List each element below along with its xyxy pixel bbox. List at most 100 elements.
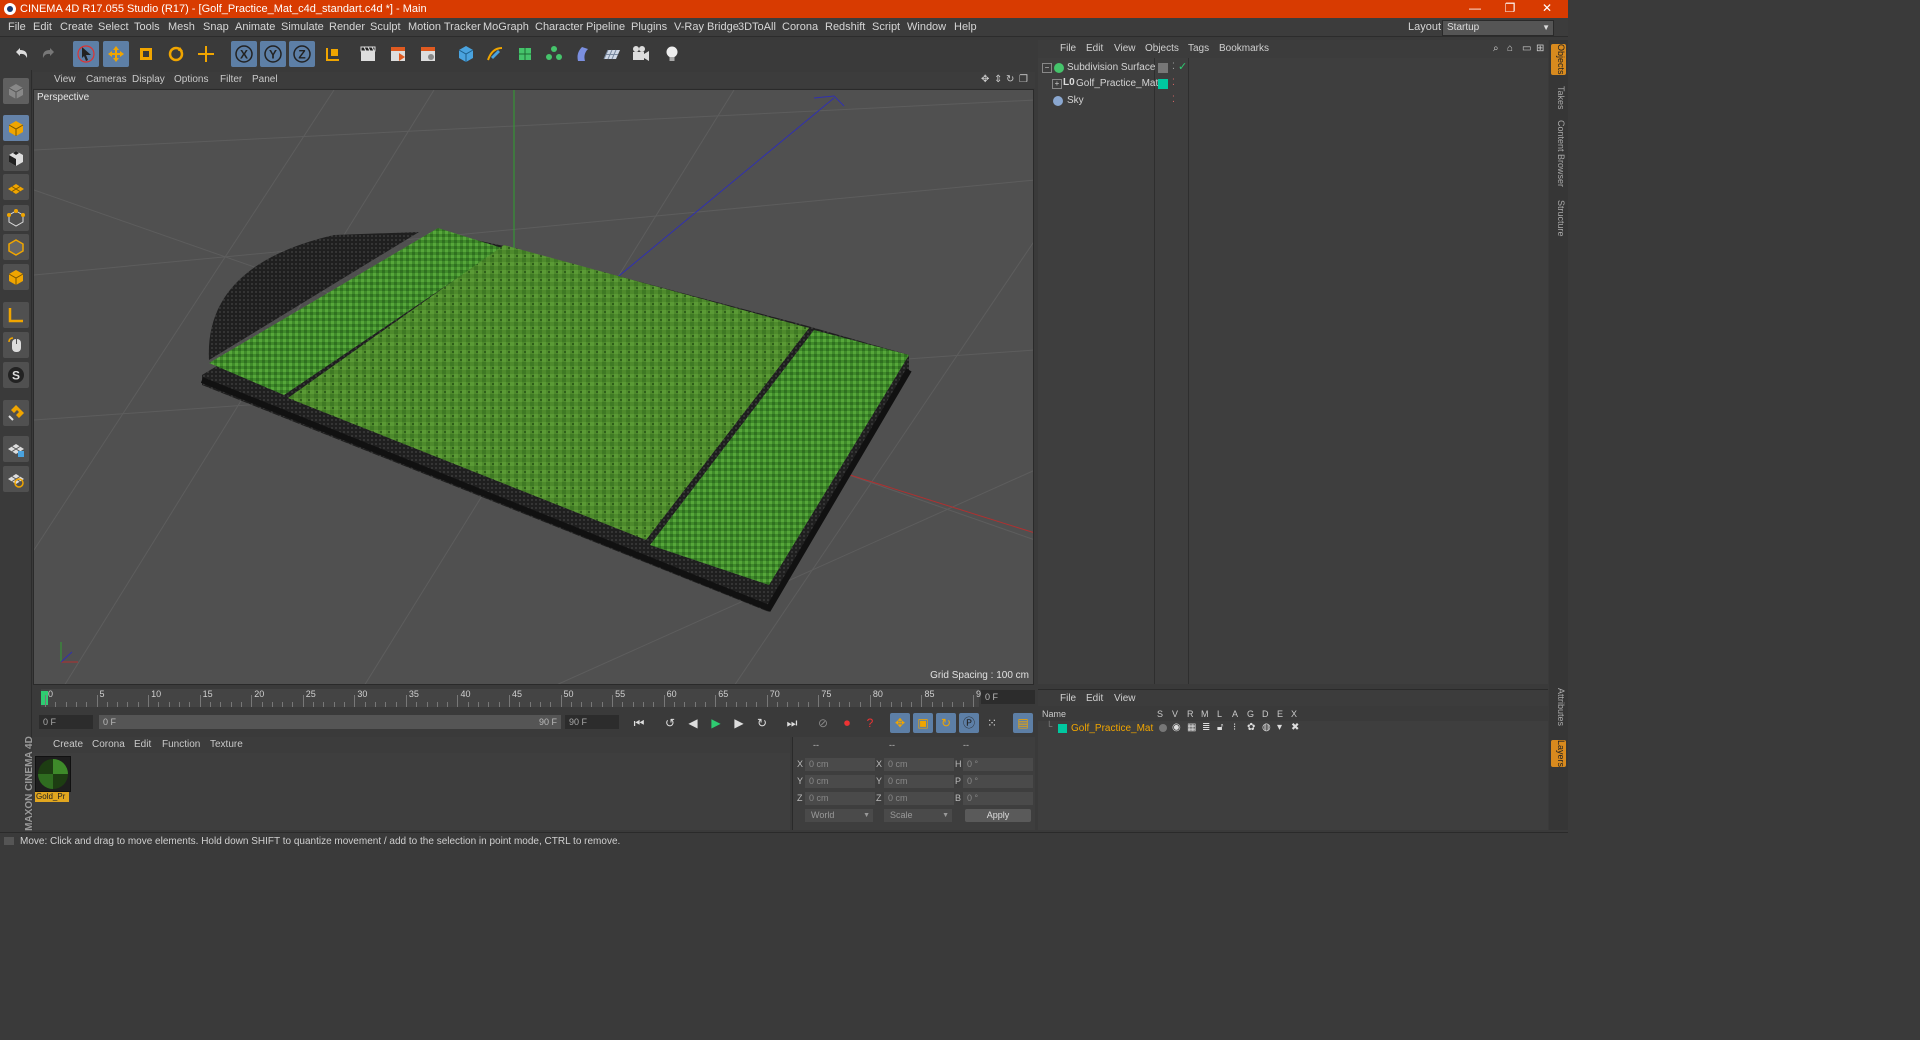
model-mode-button[interactable] bbox=[3, 115, 29, 141]
key-pla-button[interactable]: ⁙ bbox=[982, 713, 1002, 733]
goto-prev-key-button[interactable]: ↺ bbox=[660, 713, 680, 733]
menu-redshift[interactable]: Redshift bbox=[825, 21, 865, 33]
viewport-pan-icon[interactable]: ✥ bbox=[981, 74, 989, 85]
expression-icon[interactable]: ▾ bbox=[1277, 722, 1282, 733]
tab-layers[interactable]: Layers bbox=[1551, 740, 1566, 768]
minimize-button[interactable]: — bbox=[1458, 0, 1492, 18]
viewport-menu-cameras[interactable]: Cameras bbox=[86, 74, 127, 85]
viewport-menu-options[interactable]: Options bbox=[174, 74, 208, 85]
eye-icon[interactable]: ◉ bbox=[1172, 722, 1181, 733]
material-menu-edit[interactable]: Edit bbox=[134, 739, 151, 750]
solo-toggle-icon[interactable] bbox=[1159, 724, 1167, 732]
tab-objects[interactable]: Objects bbox=[1551, 44, 1566, 75]
tab-attributes[interactable]: Attributes bbox=[1551, 688, 1566, 726]
animation-icon[interactable]: ⁝ bbox=[1233, 722, 1236, 733]
start-frame-field[interactable]: 0 F bbox=[39, 715, 93, 729]
key-parameter-button[interactable]: Ⓟ bbox=[959, 713, 979, 733]
home-icon[interactable]: ⌂ bbox=[1507, 43, 1513, 54]
array-button[interactable] bbox=[541, 41, 567, 67]
search-icon[interactable]: ⌕ bbox=[1493, 43, 1499, 54]
manager-icon[interactable]: ≣ bbox=[1202, 722, 1210, 733]
step-forward-button[interactable]: ▶ bbox=[729, 713, 749, 733]
current-frame-field[interactable]: 0 F bbox=[981, 690, 1035, 704]
object-row[interactable]: − Subdivision Surface ⁚ ✓ bbox=[1038, 60, 1548, 76]
auto-keying-button[interactable]: ⏺ bbox=[837, 713, 857, 733]
snap-button[interactable] bbox=[3, 400, 29, 426]
menu-create[interactable]: Create bbox=[60, 21, 93, 33]
goto-start-button[interactable]: ⏮ bbox=[629, 713, 649, 733]
workplane-mode-button[interactable] bbox=[3, 174, 29, 200]
menu-mesh[interactable]: Mesh bbox=[168, 21, 195, 33]
checkmark-icon[interactable]: ✓ bbox=[1178, 60, 1187, 73]
solo-mode-button[interactable]: S bbox=[3, 362, 29, 388]
coords-size-z-field[interactable]: 0 cm bbox=[884, 792, 954, 805]
layer-menu-edit[interactable]: Edit bbox=[1086, 693, 1103, 704]
z-axis-button[interactable]: Z bbox=[289, 41, 315, 67]
spline-pen-button[interactable] bbox=[482, 41, 508, 67]
deformer-icon[interactable]: ◍ bbox=[1262, 722, 1271, 733]
undo-button[interactable] bbox=[8, 41, 34, 67]
play-button[interactable]: ▶ bbox=[706, 713, 726, 733]
viewport-perspective[interactable]: Perspective Grid Spacing : 100 cm bbox=[33, 89, 1034, 685]
menu-vray-bridge[interactable]: V-Ray Bridge bbox=[674, 21, 739, 33]
texture-mode-button[interactable] bbox=[3, 145, 29, 171]
viewport-rotate-icon[interactable]: ↻ bbox=[1006, 74, 1014, 85]
material-name[interactable]: Gold_Pr bbox=[35, 792, 69, 802]
coords-type-dropdown[interactable]: Scale ▼ bbox=[884, 809, 952, 822]
viewport-menu-filter[interactable]: Filter bbox=[220, 74, 242, 85]
menu-snap[interactable]: Snap bbox=[203, 21, 229, 33]
layer-color-swatch[interactable] bbox=[1058, 724, 1067, 733]
tab-takes[interactable]: Takes bbox=[1551, 86, 1566, 110]
render-icon[interactable]: ▦ bbox=[1187, 722, 1196, 733]
menu-corona[interactable]: Corona bbox=[782, 21, 818, 33]
menu-file[interactable]: File bbox=[8, 21, 26, 33]
menu-animate[interactable]: Animate bbox=[235, 21, 275, 33]
y-axis-button[interactable]: Y bbox=[260, 41, 286, 67]
collapse-icon[interactable]: − bbox=[1042, 63, 1052, 73]
timeline-ruler[interactable]: 051015202530354045505560657075808590 bbox=[41, 689, 986, 707]
object-menu-bookmarks[interactable]: Bookmarks bbox=[1219, 43, 1269, 54]
step-back-button[interactable]: ◀ bbox=[683, 713, 703, 733]
menu-character[interactable]: Character bbox=[535, 21, 583, 33]
record-keys-button[interactable]: ⊘ bbox=[813, 713, 833, 733]
coords-rot-h-field[interactable]: 0 ° bbox=[963, 758, 1033, 771]
maximize-icon[interactable]: ⊞ bbox=[1536, 43, 1544, 54]
visibility-dots-icon[interactable]: ⁚ bbox=[1172, 61, 1175, 72]
end-frame-field[interactable]: 90 F bbox=[565, 715, 619, 729]
viewport-menu-display[interactable]: Display bbox=[132, 74, 165, 85]
coords-size-x-field[interactable]: 0 cm bbox=[884, 758, 954, 771]
menu-script[interactable]: Script bbox=[872, 21, 900, 33]
new-window-icon[interactable]: ▭ bbox=[1522, 43, 1531, 54]
material-menu-function[interactable]: Function bbox=[162, 739, 200, 750]
menu-tools[interactable]: Tools bbox=[134, 21, 160, 33]
key-rotation-button[interactable]: ↻ bbox=[936, 713, 956, 733]
material-menu-corona[interactable]: Corona bbox=[92, 739, 125, 750]
visibility-dots-icon[interactable]: ⁚ bbox=[1172, 94, 1175, 105]
key-scale-button[interactable]: ▣ bbox=[913, 713, 933, 733]
edges-mode-button[interactable] bbox=[3, 234, 29, 260]
object-menu-tags[interactable]: Tags bbox=[1188, 43, 1209, 54]
viewport-menu-view[interactable]: View bbox=[54, 74, 76, 85]
material-menu-texture[interactable]: Texture bbox=[210, 739, 243, 750]
viewport-zoom-icon[interactable]: ⇕ bbox=[994, 74, 1002, 85]
menu-edit[interactable]: Edit bbox=[33, 21, 52, 33]
goto-end-button[interactable]: ⏭ bbox=[782, 713, 802, 733]
frame-range-slider[interactable]: 0 F 90 F bbox=[99, 715, 561, 729]
render-picture-viewer-button[interactable] bbox=[385, 41, 411, 67]
menu-select[interactable]: Select bbox=[98, 21, 129, 33]
coords-pos-x-field[interactable]: 0 cm bbox=[805, 758, 875, 771]
close-button[interactable]: ✕ bbox=[1530, 0, 1564, 18]
restore-button[interactable]: ❐ bbox=[1493, 0, 1527, 18]
tab-structure[interactable]: Structure bbox=[1551, 200, 1566, 237]
layer-menu-view[interactable]: View bbox=[1114, 693, 1136, 704]
keyframe-selection-button[interactable]: ? bbox=[860, 713, 880, 733]
cube-object-button[interactable] bbox=[453, 41, 479, 67]
tweak-mode-button[interactable] bbox=[3, 332, 29, 358]
planar-workplane-button[interactable] bbox=[3, 466, 29, 492]
coords-size-y-field[interactable]: 0 cm bbox=[884, 775, 954, 788]
camera-button[interactable] bbox=[628, 41, 654, 67]
coords-rot-b-field[interactable]: 0 ° bbox=[963, 792, 1033, 805]
menu-mograph[interactable]: MoGraph bbox=[483, 21, 529, 33]
apply-button[interactable]: Apply bbox=[965, 809, 1031, 822]
render-view-button[interactable] bbox=[355, 41, 381, 67]
